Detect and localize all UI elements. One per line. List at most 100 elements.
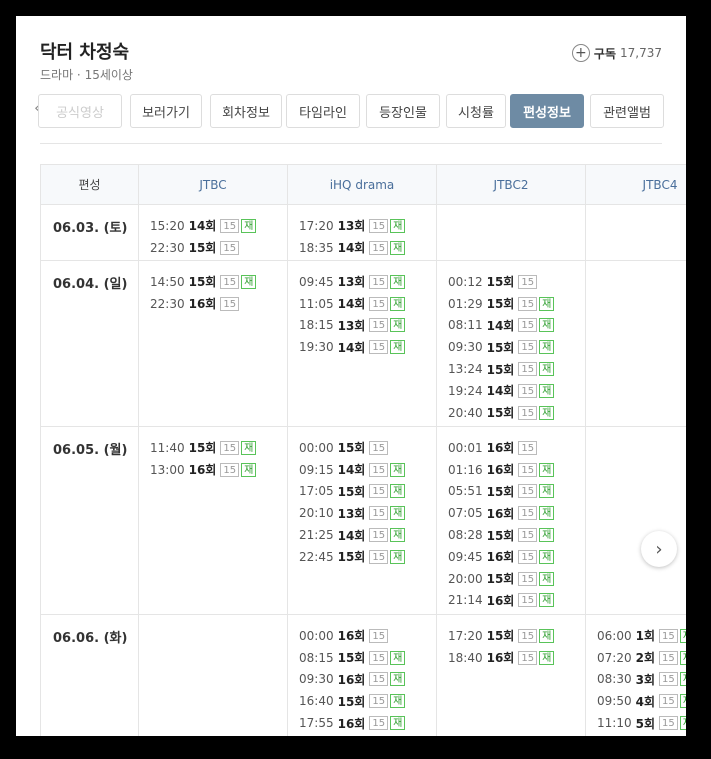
rerun-badge: 재 [241,440,257,455]
schedule-row: 06.05. (월) 11:40 15회 15 재 13:00 16회 15 재 00:00 15회… [41,427,686,615]
episode-number: 13회 [337,275,366,290]
age-rating-badge: 15 [518,571,538,586]
broadcast-time: 00:12 [448,274,483,289]
episode-number: 16회 [337,672,366,687]
broadcast-entry: 21:25 14회 15 재 [299,524,436,546]
channel-header-jtbc2: JTBC2 [437,165,586,205]
plus-circle-icon: + [571,44,590,62]
broadcast-time: 00:00 [299,628,334,643]
broadcast-time: 00:00 [299,440,334,455]
broadcast-time: 21:14 [448,593,483,608]
age-rating-badge: 15 [658,628,678,643]
episode-number: 14회 [188,219,217,234]
episode-number: 16회 [486,506,515,521]
tab-cast[interactable]: 등장인물 [366,94,440,128]
broadcast-time: 18:40 [448,650,483,665]
broadcast-entry: 22:45 15회 15 재 [299,546,436,568]
age-rating-badge: 15 [518,484,538,499]
broadcast-entry: 17:20 13회 15 재 [299,215,436,237]
age-rating-badge: 15 [369,462,389,477]
episode-number: 5회 [635,716,655,731]
tab-ratings[interactable]: 시청률 [446,94,506,128]
schedule-cell: 17:20 13회 15 재 18:35 14회 15 재 [288,205,437,260]
rerun-badge: 재 [679,716,686,731]
subscriber-count: 17,737 [620,46,662,60]
schedule-cell: 15:20 14회 15 재 22:30 15회 15 [139,205,288,260]
episode-number: 16회 [337,716,366,731]
rerun-badge: 재 [241,274,257,289]
tab-albums[interactable]: 관련앨범 [590,94,664,128]
rerun-badge: 재 [390,528,406,543]
broadcast-time: 13:00 [150,462,185,477]
rerun-badge: 재 [539,528,555,543]
broadcast-entry: 00:12 15회 15 [448,271,585,293]
age-rating-badge: 15 [369,694,389,709]
age-rating-badge: 15 [369,506,389,521]
program-subtitle: 드라마 · 15세이상 [40,68,133,82]
rerun-badge: 재 [539,650,555,665]
broadcast-entry: 11:105회15재 [597,712,686,734]
age-rating-badge: 15 [369,440,389,455]
episode-number: 15회 [486,484,515,499]
episode-number: 2회 [635,651,655,666]
broadcast-time: 01:16 [448,462,483,477]
age-rating-badge: 15 [369,650,389,665]
age-rating-badge: 15 [369,218,389,233]
rerun-badge: 재 [679,672,686,687]
broadcast-entry: 18:35 14회 15 재 [299,237,436,259]
age-rating-badge: 15 [658,694,678,709]
schedule-cell: 00:00 16회 15 08:15 15회 15 재 09:30 16회 15 재 16:40 15회… [288,615,437,736]
rerun-badge: 재 [539,340,555,355]
age-rating-badge: 15 [369,484,389,499]
broadcast-time: 05:51 [448,484,483,499]
episode-number: 15회 [337,484,366,499]
episode-number: 15회 [486,275,515,290]
rerun-badge: 재 [390,218,406,233]
tab-episodes[interactable]: 회차정보 [210,94,282,128]
tab-schedule[interactable]: 편성정보 [510,94,584,128]
broadcast-time: 13:24 [448,362,483,377]
broadcast-time: 18:15 [299,318,334,333]
broadcast-entry: 08:11 14회 15 재 [448,315,585,337]
broadcast-time: 19:24 [448,383,483,398]
tab-official-video[interactable]: 공식영상 [38,94,122,128]
broadcast-entry: 08:15 15회 15 재 [299,647,436,669]
rerun-badge: 재 [390,340,406,355]
chevron-right-icon[interactable]: › [641,531,677,567]
age-rating-badge: 15 [369,340,389,355]
age-rating-badge: 15 [369,528,389,543]
broadcast-time: 07:20 [597,650,632,665]
rerun-badge: 재 [390,716,406,731]
schedule-row: 06.04. (일) 14:50 15회 15 재 22:30 16회 15 09:45 13회 1… [41,261,686,427]
episode-number: 15회 [486,297,515,312]
schedule-cell: 06:001회15재07:202회15재08:303회15재09:504회15재… [586,615,686,736]
subscribe-button[interactable]: + 구독 17,737 [571,44,662,62]
broadcast-time: 14:50 [150,274,185,289]
schedule-cell: 00:12 15회 15 01:29 15회 15 재 08:11 14회 15 재 09:30 15회… [437,261,586,426]
broadcast-time: 09:50 [597,694,632,709]
broadcast-entry: 17:05 15회 15 재 [299,481,436,503]
broadcast-entry: 08:28 15회 15 재 [448,524,585,546]
broadcast-time: 15:20 [150,218,185,233]
age-rating-badge: 15 [658,650,678,665]
broadcast-time: 17:55 [299,716,334,731]
tab-timeline[interactable]: 타임라인 [286,94,360,128]
age-rating-badge: 15 [658,716,678,731]
rerun-badge: 재 [539,628,555,643]
rerun-badge: 재 [390,694,406,709]
tab-watch[interactable]: 보러가기 [130,94,202,128]
episode-number: 14회 [337,463,366,478]
rerun-badge: 재 [539,362,555,377]
schedule-row: 06.03. (토) 15:20 14회 15 재 22:30 15회 15 17:20 13회 1… [41,205,686,261]
broadcast-time: 11:05 [299,296,334,311]
broadcast-time: 01:29 [448,296,483,311]
broadcast-entry: 06:001회15재 [597,625,686,647]
episode-number: 16회 [188,297,217,312]
schedule-cell: 00:01 16회 15 01:16 16회 15 재 05:51 15회 15 재 07:05 16회… [437,427,586,614]
rerun-badge: 재 [390,549,406,564]
broadcast-time: 22:30 [150,240,185,255]
age-rating-badge: 15 [518,440,538,455]
age-rating-badge: 15 [518,549,538,564]
broadcast-entry: 11:05 14회 15 재 [299,293,436,315]
broadcast-time: 19:30 [299,340,334,355]
